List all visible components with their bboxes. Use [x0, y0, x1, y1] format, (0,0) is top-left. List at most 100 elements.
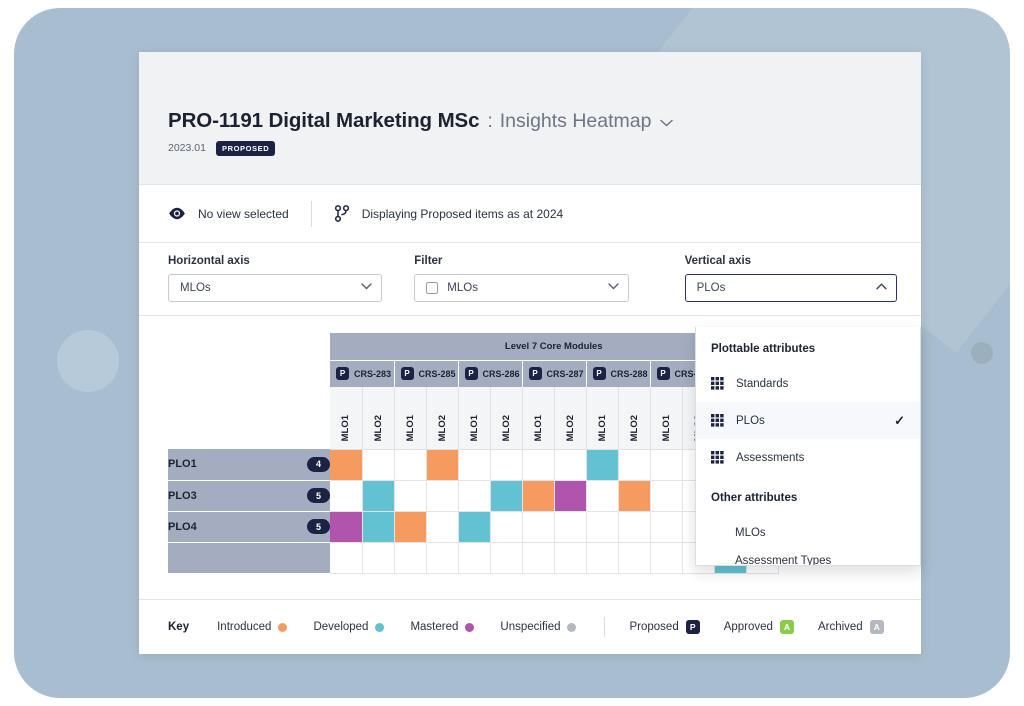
heatmap-cell[interactable] — [522, 449, 555, 481]
heatmap-course-header[interactable]: P CRS-286 — [458, 359, 523, 387]
filter-checkbox[interactable] — [426, 282, 439, 294]
legend-status-item: Proposed P — [629, 620, 700, 634]
heatmap-cell[interactable] — [394, 542, 427, 574]
heatmap-cell[interactable] — [586, 511, 619, 543]
heatmap-cell[interactable] — [522, 511, 555, 543]
heatmap-course-header[interactable]: P CRS-283 — [330, 359, 395, 387]
heatmap-mlo-header[interactable]: MLO1 — [586, 387, 619, 450]
heatmap-cell[interactable] — [586, 449, 619, 481]
heatmap-cell[interactable] — [586, 542, 619, 574]
display-state-selector[interactable]: Displaying Proposed items as at 2024 — [334, 205, 563, 222]
heatmap-cell[interactable] — [458, 511, 491, 543]
heatmap-mlo-header[interactable]: MLO1 — [650, 387, 683, 450]
filter-select[interactable]: MLOs — [414, 274, 629, 302]
vertical-axis-dropdown-menu[interactable]: Plottable attributes Standards PLOs ✓ Assess… — [695, 327, 921, 566]
heatmap-cell[interactable] — [554, 542, 587, 574]
heatmap-row-header[interactable]: PLO4 5 — [168, 511, 330, 543]
heatmap-course-header[interactable]: P CRS-288 — [586, 359, 651, 387]
heatmap-cell[interactable] — [618, 480, 651, 512]
heatmap-mlo-header[interactable]: MLO1 — [458, 387, 491, 450]
chevron-down-icon[interactable] — [660, 115, 674, 131]
heatmap-mlo-header[interactable]: MLO1 — [394, 387, 427, 450]
heatmap-cell[interactable] — [554, 511, 587, 543]
heatmap-cell[interactable] — [362, 511, 395, 543]
heatmap-cell[interactable] — [618, 511, 651, 543]
heatmap-cell[interactable] — [522, 542, 555, 574]
heatmap-cell[interactable] — [490, 449, 523, 481]
heatmap-cell[interactable] — [554, 449, 587, 481]
legend-value-label: Mastered — [410, 621, 459, 633]
heatmap-cell[interactable] — [618, 449, 651, 481]
frame-circle-left — [57, 330, 119, 392]
grid-icon — [711, 414, 724, 427]
heatmap-cell[interactable] — [554, 480, 587, 512]
dropdown-item-mlos[interactable]: MLOs — [696, 514, 920, 551]
course-status-chip: P — [656, 367, 670, 381]
heatmap-cell[interactable] — [394, 511, 427, 543]
heatmap-row-header[interactable] — [168, 542, 330, 574]
heatmap-row-header[interactable]: PLO1 4 — [168, 449, 330, 481]
row-label: PLO3 — [168, 489, 197, 502]
heatmap-cell[interactable] — [522, 480, 555, 512]
heatmap-cell[interactable] — [650, 542, 683, 574]
heatmap-cell[interactable] — [490, 480, 523, 512]
heatmap-cell[interactable] — [330, 511, 363, 543]
heatmap-cell[interactable] — [426, 511, 459, 543]
heatmap-cell[interactable] — [394, 480, 427, 512]
course-code: CRS-285 — [418, 368, 456, 379]
heatmap-cell[interactable] — [490, 511, 523, 543]
heatmap-course-header[interactable]: P CRS-287 — [522, 359, 587, 387]
heatmap-cell[interactable] — [394, 449, 427, 481]
course-code: CRS-286 — [482, 368, 520, 379]
heatmap-cell[interactable] — [650, 449, 683, 481]
heatmap-mlo-header[interactable]: MLO2 — [554, 387, 587, 450]
heatmap-cell[interactable] — [362, 480, 395, 512]
app-header: PRO-1191 Digital Marketing MSc : Insight… — [139, 52, 921, 185]
legend-status-item: Approved A — [724, 620, 794, 634]
legend-color-dot — [375, 622, 385, 632]
dropdown-item-label: PLOs — [736, 414, 765, 427]
heatmap-cell[interactable] — [330, 542, 363, 574]
vertical-axis-value: PLOs — [696, 282, 726, 294]
heatmap-cell[interactable] — [458, 480, 491, 512]
legend-color-dot — [567, 622, 577, 632]
heatmap-cell[interactable] — [650, 480, 683, 512]
course-status-chip: P — [592, 367, 606, 381]
heatmap-mlo-header[interactable]: MLO2 — [618, 387, 651, 450]
heatmap-cell[interactable] — [426, 542, 459, 574]
mlo-label: MLO2 — [564, 415, 576, 442]
heatmap-cell[interactable] — [362, 449, 395, 481]
page-title-sub[interactable]: Insights Heatmap — [500, 110, 652, 133]
horizontal-axis-select[interactable]: MLOs — [168, 274, 383, 302]
heatmap-mlo-header[interactable]: MLO2 — [426, 387, 459, 450]
dropdown-item-plos[interactable]: PLOs ✓ — [696, 402, 920, 439]
page-title: PRO-1191 Digital Marketing MSc : Insight… — [168, 109, 921, 133]
heatmap-mlo-header[interactable]: MLO1 — [522, 387, 555, 450]
mlo-label: MLO1 — [468, 415, 480, 442]
filter-value: MLOs — [447, 282, 478, 294]
heatmap-row-header[interactable]: PLO3 5 — [168, 480, 330, 512]
legend-value-item: Introduced — [217, 621, 288, 633]
heatmap-cell[interactable] — [618, 542, 651, 574]
heatmap-course-header[interactable]: P CRS-285 — [394, 359, 459, 387]
dropdown-item-standards[interactable]: Standards — [696, 365, 920, 402]
heatmap-mlo-header[interactable]: MLO2 — [362, 387, 395, 450]
dropdown-item-assessments[interactable]: Assessments — [696, 439, 920, 476]
heatmap-cell[interactable] — [458, 449, 491, 481]
heatmap-cell[interactable] — [330, 449, 363, 481]
heatmap-cell[interactable] — [650, 511, 683, 543]
heatmap-cell[interactable] — [586, 480, 619, 512]
view-selector[interactable]: No view selected — [168, 207, 289, 221]
heatmap-cell[interactable] — [362, 542, 395, 574]
heatmap-cell[interactable] — [426, 480, 459, 512]
vertical-axis-select[interactable]: PLOs — [684, 274, 898, 302]
row-label: PLO1 — [168, 458, 197, 471]
heatmap-mlo-header[interactable]: MLO1 — [330, 387, 363, 450]
heatmap-cell[interactable] — [490, 542, 523, 574]
row-count-badge: 5 — [306, 519, 330, 534]
dropdown-item-assessment-types[interactable]: Assessment Types — [696, 551, 920, 565]
heatmap-mlo-header[interactable]: MLO2 — [490, 387, 523, 450]
heatmap-cell[interactable] — [426, 449, 459, 481]
heatmap-cell[interactable] — [330, 480, 363, 512]
heatmap-cell[interactable] — [458, 542, 491, 574]
